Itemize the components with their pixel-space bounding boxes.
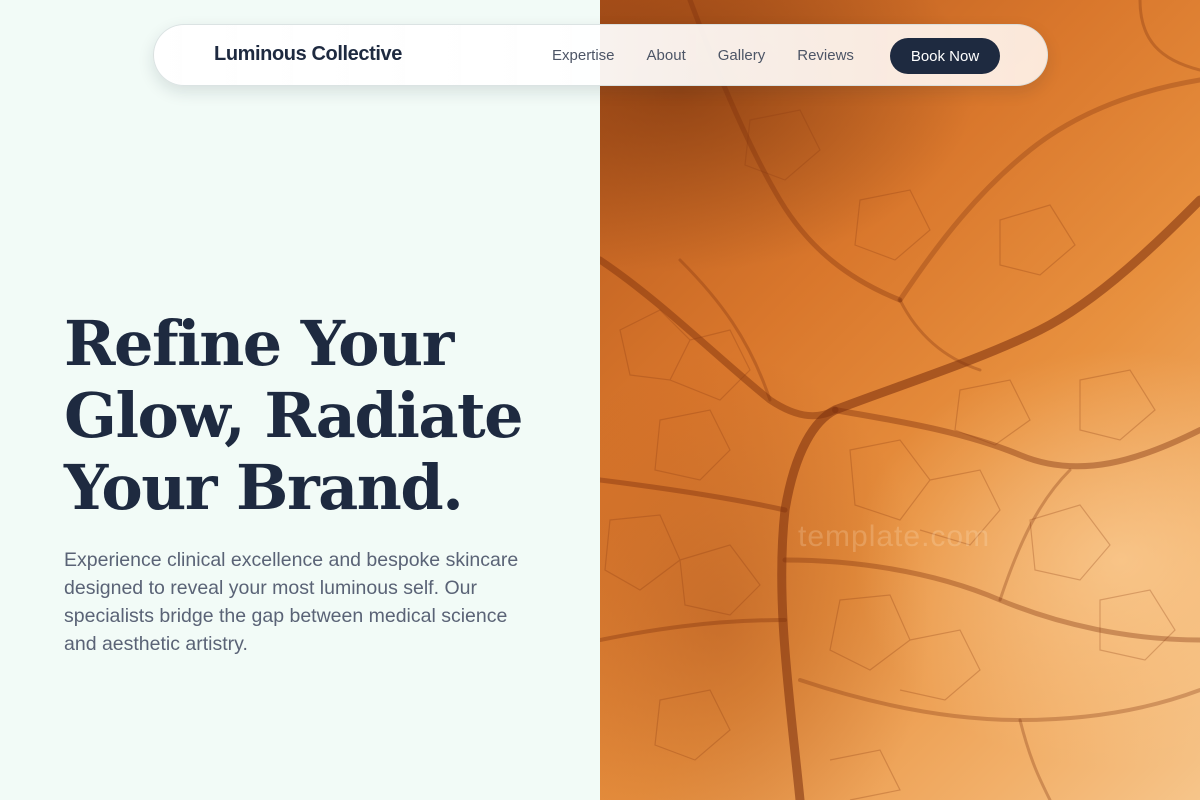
image-watermark: template.com — [798, 520, 991, 553]
nav-link-about[interactable]: About — [647, 47, 686, 64]
leaf-vein-pattern — [600, 0, 1200, 800]
headline-line-3: Your Brand. — [64, 451, 464, 524]
brand-logo-text[interactable]: Luminous Collective — [214, 43, 402, 66]
nav-link-reviews[interactable]: Reviews — [797, 47, 854, 64]
nav-link-gallery[interactable]: Gallery — [718, 47, 766, 64]
hero-headline: Refine Your Glow, Radiate Your Brand. — [64, 308, 584, 524]
headline-line-1: Refine Your — [64, 307, 454, 380]
book-now-button[interactable]: Book Now — [890, 38, 1000, 74]
top-navigation-bar: Luminous Collective Expertise About Gall… — [153, 24, 1048, 86]
headline-line-2: Glow, Radiate — [64, 379, 524, 452]
nav-link-expertise[interactable]: Expertise — [552, 47, 615, 64]
hero-image-leaf-texture: template.com — [600, 0, 1200, 800]
hero-description: Experience clinical excellence and bespo… — [64, 549, 519, 655]
nav-links: Expertise About Gallery Reviews — [552, 47, 886, 64]
